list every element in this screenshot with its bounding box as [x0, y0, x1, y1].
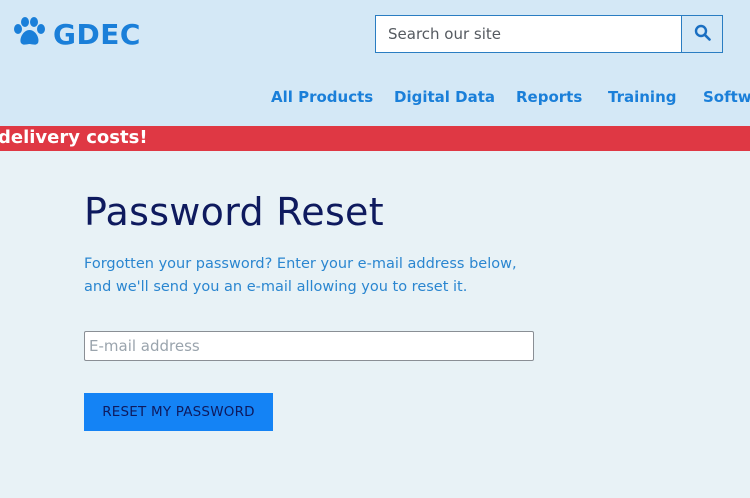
promo-banner: delivery costs! [0, 126, 750, 151]
email-field[interactable] [84, 331, 534, 361]
search-icon [694, 24, 711, 45]
description-line-1: Forgotten your password? Enter your e-ma… [84, 256, 517, 272]
description-line-2: and we'll send you an e-mail allowing yo… [84, 279, 468, 295]
reset-password-button[interactable]: RESET MY PASSWORD [84, 393, 273, 431]
search-input[interactable] [375, 15, 681, 53]
page-title: Password Reset [84, 190, 384, 234]
nav-software[interactable]: Softwa [703, 88, 750, 106]
search-bar [375, 15, 723, 53]
search-button[interactable] [681, 15, 723, 53]
site-header: GDEC All Products Digital Data Reports T… [0, 0, 750, 126]
nav-reports[interactable]: Reports [516, 88, 582, 106]
reset-description: Forgotten your password? Enter your e-ma… [84, 253, 544, 299]
nav-training[interactable]: Training [608, 88, 676, 106]
main-nav: All Products Digital Data Reports Traini… [0, 88, 750, 108]
nav-all-products[interactable]: All Products [271, 88, 373, 106]
nav-digital-data[interactable]: Digital Data [394, 88, 495, 106]
banner-text: delivery costs! [0, 127, 148, 148]
logo-text: GDEC [53, 17, 141, 51]
logo[interactable]: GDEC [13, 17, 141, 51]
paw-icon [13, 17, 46, 51]
